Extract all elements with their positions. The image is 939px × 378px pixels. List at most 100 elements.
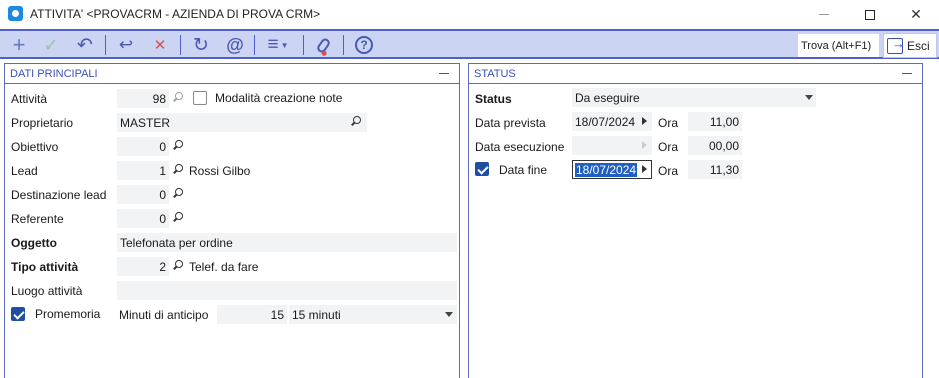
exit-button[interactable]: Esci <box>883 33 937 58</box>
obiettivo-label: Obiettivo <box>11 140 59 154</box>
panel-header: DATI PRINCIPALI <box>5 64 459 84</box>
search-field[interactable]: Trova (Alt+F1) <box>798 34 879 57</box>
search-icon[interactable] <box>349 115 363 129</box>
oggetto-label: Oggetto <box>11 236 57 250</box>
app-logo-icon <box>8 6 23 21</box>
search-icon[interactable] <box>171 259 185 273</box>
delete-button[interactable]: ✕ <box>147 33 173 57</box>
referente-field[interactable]: 0 <box>117 209 169 228</box>
email-button[interactable]: @ <box>222 33 248 57</box>
at-icon: @ <box>226 34 244 55</box>
status-select[interactable]: Da eseguire <box>572 88 816 107</box>
minuti-label: Minuti di anticipo <box>119 308 209 322</box>
close-button[interactable]: ✕ <box>893 0 939 29</box>
exit-icon <box>887 36 905 54</box>
data-fine-value: 18/07/2024 <box>575 162 638 177</box>
data-esecuzione-field[interactable] <box>572 136 652 155</box>
toolbar-separator <box>254 35 255 55</box>
search-icon[interactable] <box>171 211 185 225</box>
referente-label: Referente <box>11 212 64 226</box>
delete-icon: ✕ <box>153 37 167 54</box>
data-fine-checkbox[interactable] <box>475 162 489 176</box>
panel-title: STATUS <box>474 67 516 80</box>
undo-icon: ↶ <box>77 34 93 56</box>
status-panel: STATUS Status Da eseguire Data prevista … <box>468 63 923 378</box>
luogo-label: Luogo attività <box>11 284 83 298</box>
minuti-field[interactable]: 15 <box>217 305 287 324</box>
search-icon[interactable] <box>171 91 185 105</box>
add-button[interactable]: + <box>6 32 32 57</box>
search-icon[interactable] <box>171 187 185 201</box>
ora-esecuzione-field[interactable]: 00,00 <box>688 136 742 155</box>
toolbar-separator <box>180 35 181 55</box>
lead-description: Rossi Gilbo <box>189 164 251 178</box>
date-picker-arrow-icon[interactable] <box>642 141 647 149</box>
ora-prevista-field[interactable]: 11,00 <box>688 112 742 131</box>
data-esecuzione-label: Data esecuzione <box>475 140 565 154</box>
collapse-icon[interactable] <box>439 73 449 74</box>
status-label: Status <box>475 92 512 106</box>
maximize-icon <box>865 9 875 20</box>
attivita-field[interactable]: 98 <box>117 89 169 108</box>
help-button[interactable]: ? <box>351 33 377 57</box>
menu-icon: ≡ <box>267 34 279 55</box>
date-picker-arrow-icon[interactable] <box>642 117 647 125</box>
panel-header: STATUS <box>469 64 922 84</box>
refresh-icon: ↻ <box>193 34 209 56</box>
plus-icon: + <box>12 32 26 57</box>
date-picker-arrow-icon[interactable] <box>642 165 647 173</box>
chevron-down-icon[interactable] <box>445 312 453 317</box>
modalita-label: Modalità creazione note <box>215 91 343 105</box>
promemoria-checkbox[interactable] <box>11 307 25 321</box>
tipo-field[interactable]: 2 <box>117 257 169 276</box>
data-prevista-field[interactable]: 18/07/2024 <box>572 112 652 131</box>
tipo-description: Telef. da fare <box>189 260 259 274</box>
oggetto-field[interactable]: Telefonata per ordine <box>117 233 457 252</box>
toolbar-separator <box>303 35 304 55</box>
undo-button[interactable]: ↶ <box>72 33 98 57</box>
panel-title: DATI PRINCIPALI <box>10 67 98 80</box>
exit-label: Esci <box>907 38 930 53</box>
ora-esecuzione-label: Ora <box>658 140 679 154</box>
chevron-down-icon[interactable] <box>805 95 813 100</box>
obiettivo-field[interactable]: 0 <box>117 137 169 156</box>
luogo-field[interactable] <box>117 281 457 300</box>
refresh-button[interactable]: ↻ <box>188 33 214 57</box>
lead-field[interactable]: 1 <box>117 161 169 180</box>
minimize-button[interactable] <box>801 0 847 29</box>
minuti-select[interactable]: 15 minuti <box>289 305 457 324</box>
data-fine-field[interactable]: 18/07/2024 <box>572 160 652 179</box>
toolbar: + ✓ ↶ ↩ ✕ ↻ @ ≡▼ ? Trova (Alt+F1) Esci <box>0 29 939 59</box>
toolbar-separator <box>343 35 344 55</box>
minuti-select-value: 15 minuti <box>292 307 341 322</box>
proprietario-field[interactable]: MASTER <box>117 113 367 132</box>
ora-prevista-label: Ora <box>658 116 679 130</box>
search-icon[interactable] <box>171 139 185 153</box>
ora-fine-field[interactable]: 11,30 <box>688 160 742 179</box>
restore-button[interactable]: ↩ <box>113 33 139 57</box>
menu-button[interactable]: ≡ ▼ <box>261 33 295 57</box>
status-select-value: Da eseguire <box>575 90 640 105</box>
search-icon[interactable] <box>171 163 185 177</box>
promemoria-label: Promemoria <box>35 307 101 321</box>
data-prevista-label: Data prevista <box>475 116 546 130</box>
paperclip-icon <box>315 36 331 57</box>
help-icon: ? <box>355 36 373 54</box>
close-icon: ✕ <box>910 6 922 22</box>
maximize-button[interactable] <box>847 0 893 29</box>
tipo-label: Tipo attività <box>11 260 79 274</box>
collapse-icon[interactable] <box>902 73 912 74</box>
proprietario-label: Proprietario <box>11 116 74 130</box>
confirm-button[interactable]: ✓ <box>38 33 64 57</box>
modalita-checkbox[interactable] <box>193 91 207 105</box>
title-bar: ATTIVITA' <PROVACRM - AZIENDA DI PROVA C… <box>0 0 939 29</box>
attivita-label: Attività <box>11 92 48 106</box>
lead-label: Lead <box>11 164 38 178</box>
window-title: ATTIVITA' <PROVACRM - AZIENDA DI PROVA C… <box>30 7 321 21</box>
attach-button[interactable] <box>310 33 336 57</box>
ora-fine-label: Ora <box>658 164 679 178</box>
data-fine-label: Data fine <box>499 163 548 177</box>
chevron-down-icon: ▼ <box>280 40 289 50</box>
main-data-panel: DATI PRINCIPALI Attività 98 Modalità cre… <box>4 63 460 378</box>
destinazione-field[interactable]: 0 <box>117 185 169 204</box>
